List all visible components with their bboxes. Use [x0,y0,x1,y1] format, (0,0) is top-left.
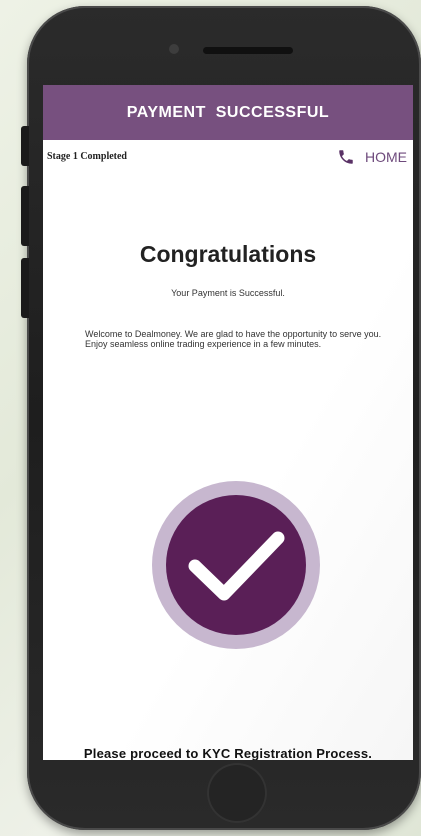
status-bar: Stage 1 Completed HOME [43,140,413,180]
phone-home-button[interactable] [207,763,267,823]
phone-icon[interactable] [337,148,355,166]
home-link[interactable]: HOME [337,148,407,166]
volume-up-button [21,186,29,246]
home-link-label[interactable]: HOME [365,149,407,165]
phone-frame: PAYMENT SUCCESSFUL Stage 1 Completed HOM… [21,6,421,830]
page-title-bar: PAYMENT SUCCESSFUL [43,85,413,140]
front-camera [169,44,179,54]
volume-down-button [21,258,29,318]
payment-success-message: Your Payment is Successful. [171,288,285,298]
page-title: PAYMENT SUCCESSFUL [126,103,330,121]
kyc-proceed-message: Please proceed to KYC Registration Proce… [83,746,373,760]
congratulations-heading: Congratulations [139,241,317,267]
success-badge [151,480,321,650]
stage-status: Stage 1 Completed [47,151,127,162]
mute-switch [21,126,29,166]
app-screen: PAYMENT SUCCESSFUL Stage 1 Completed HOM… [43,85,413,760]
checkmark-icon [152,481,320,649]
earpiece-speaker [203,47,293,54]
welcome-message: Welcome to Dealmoney. We are glad to hav… [85,329,382,349]
